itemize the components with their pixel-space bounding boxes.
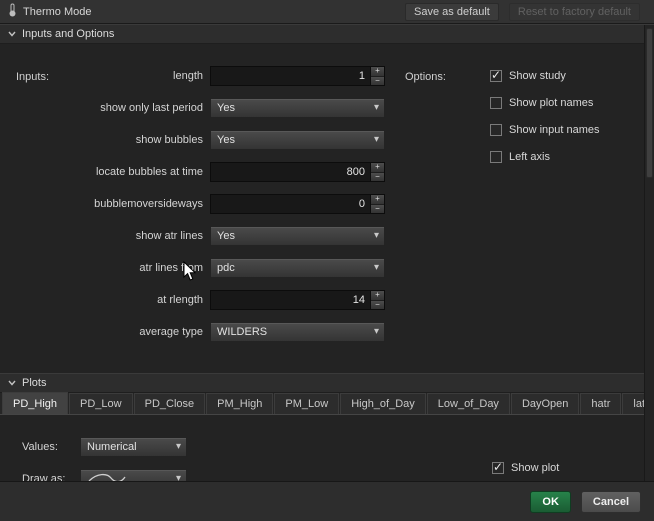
dialog-title: Thermo Mode [23, 6, 91, 18]
chevron-down-icon: ▾ [374, 326, 379, 337]
input-label: atr lines from [10, 262, 210, 274]
form-row: average type WILDERS ▾ [10, 322, 392, 342]
plot-tabs: PD_High PD_Low PD_Close PM_High PM_Low H… [0, 393, 654, 415]
save-as-default-button[interactable]: Save as default [405, 3, 499, 21]
chevron-down-icon: ▾ [374, 102, 379, 113]
tab-low-of-day[interactable]: Low_of_Day [427, 393, 510, 414]
length-input[interactable]: 1 + − [210, 66, 385, 86]
collapse-chevron-icon [8, 28, 16, 40]
inputs-options-panel: Inputs: length 1 + − show only last peri… [0, 44, 654, 373]
checkbox-box[interactable] [492, 462, 504, 474]
section-title: Plots [22, 377, 46, 389]
checkbox-box[interactable] [490, 97, 502, 109]
draw-as-label: Draw as: [22, 473, 80, 481]
locate-bubbles-at-time-input[interactable]: 800 + − [210, 162, 385, 182]
average-type-select[interactable]: WILDERS ▾ [210, 322, 385, 342]
dialog-footer: OK Cancel [0, 481, 654, 521]
plot-settings-panel: Values: Numerical ▾ Draw as: ▾ Show plot [0, 415, 654, 481]
input-label: average type [10, 326, 210, 338]
titlebar: Thermo Mode Save as default Reset to fac… [0, 0, 654, 24]
checkbox-show-input-names[interactable]: Show input names [490, 123, 654, 137]
show-only-last-period-select[interactable]: Yes ▾ [210, 98, 385, 118]
show-atr-lines-select[interactable]: Yes ▾ [210, 226, 385, 246]
chevron-down-icon: ▾ [176, 473, 181, 481]
draw-as-row: Draw as: ▾ [22, 469, 187, 481]
form-row: show only last period Yes ▾ [10, 98, 392, 118]
tab-dayopen[interactable]: DayOpen [511, 393, 579, 414]
chevron-down-icon: ▾ [374, 262, 379, 273]
tab-high-of-day[interactable]: High_of_Day [340, 393, 426, 414]
spinner: + − [370, 291, 384, 309]
input-label: length [10, 70, 210, 82]
checkbox-show-plot[interactable]: Show plot [492, 461, 559, 475]
form-row: bubblemoversideways 0 + − [10, 194, 392, 214]
bubblemoversideways-input[interactable]: 0 + − [210, 194, 385, 214]
options-group-label: Options: [405, 71, 446, 83]
spinner: + − [370, 195, 384, 213]
inputs-and-options-section-header[interactable]: Inputs and Options [0, 24, 654, 44]
form-row: length 1 + − [10, 66, 392, 86]
reset-to-factory-default-button[interactable]: Reset to factory default [509, 3, 640, 21]
collapse-chevron-icon [8, 377, 16, 389]
values-select[interactable]: Numerical ▾ [80, 437, 187, 457]
form-row: at rlength 14 + − [10, 290, 392, 310]
study-settings-dialog: Thermo Mode Save as default Reset to fac… [0, 0, 654, 521]
show-bubbles-select[interactable]: Yes ▾ [210, 130, 385, 150]
atr-lines-from-select[interactable]: pdc ▾ [210, 258, 385, 278]
checkbox-show-study[interactable]: Show study [490, 69, 654, 83]
spinner-down-button[interactable]: − [371, 301, 384, 310]
chevron-down-icon: ▾ [374, 134, 379, 145]
spinner: + − [370, 67, 384, 85]
scrollbar-thumb[interactable] [646, 28, 653, 178]
atr-length-input[interactable]: 14 + − [210, 290, 385, 310]
values-label: Values: [22, 441, 80, 453]
input-label: show bubbles [10, 134, 210, 146]
ok-button[interactable]: OK [530, 491, 571, 513]
tab-pd-close[interactable]: PD_Close [134, 393, 206, 414]
input-label: show only last period [10, 102, 210, 114]
checkbox-left-axis[interactable]: Left axis [490, 150, 654, 164]
thermometer-icon [8, 3, 17, 20]
input-label: bubblemoversideways [10, 198, 210, 210]
plots-section-header[interactable]: Plots [0, 373, 654, 393]
section-title: Inputs and Options [22, 28, 114, 40]
spinner-down-button[interactable]: − [371, 205, 384, 214]
input-label: show atr lines [10, 230, 210, 242]
chevron-down-icon: ▾ [176, 441, 181, 452]
checkbox-show-plot-names[interactable]: Show plot names [490, 96, 654, 110]
checkbox-box[interactable] [490, 151, 502, 163]
spinner-down-button[interactable]: − [371, 77, 384, 86]
chevron-down-icon: ▾ [374, 230, 379, 241]
cancel-button[interactable]: Cancel [581, 491, 641, 513]
inputs-form: length 1 + − show only last period Yes ▾… [10, 66, 392, 354]
tab-pd-low[interactable]: PD_Low [69, 393, 133, 414]
tab-pm-low[interactable]: PM_Low [274, 393, 339, 414]
form-row: show atr lines Yes ▾ [10, 226, 392, 246]
form-row: locate bubbles at time 800 + − [10, 162, 392, 182]
checkbox-box[interactable] [490, 124, 502, 136]
spinner-down-button[interactable]: − [371, 173, 384, 182]
line-style-icon [87, 472, 127, 482]
draw-as-select[interactable]: ▾ [80, 469, 187, 481]
tab-hatr[interactable]: hatr [580, 393, 621, 414]
checkbox-box[interactable] [490, 70, 502, 82]
form-row: show bubbles Yes ▾ [10, 130, 392, 150]
values-row: Values: Numerical ▾ [22, 437, 187, 457]
tab-pm-high[interactable]: PM_High [206, 393, 273, 414]
input-label: locate bubbles at time [10, 166, 210, 178]
form-row: atr lines from pdc ▾ [10, 258, 392, 278]
vertical-scrollbar[interactable] [644, 25, 654, 481]
input-label: at rlength [10, 294, 210, 306]
tab-pd-high[interactable]: PD_High [2, 392, 68, 414]
spinner: + − [370, 163, 384, 181]
